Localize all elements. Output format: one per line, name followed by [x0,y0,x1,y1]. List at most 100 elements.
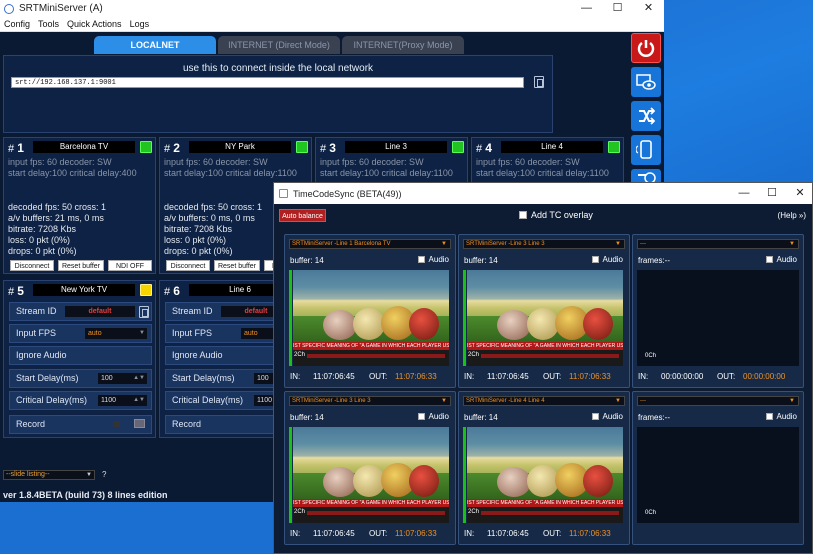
critical-delay-label: Critical Delay(ms) [172,395,244,405]
ndi-off-button[interactable]: NDI OFF [108,260,152,271]
stream-number: # 3 [320,141,336,155]
shuffle-icon[interactable] [631,101,661,131]
connection-panel: use this to connect inside the local net… [3,55,553,133]
status-led [140,284,152,296]
video-lower-strip: 2Ch [467,350,623,366]
close-button[interactable]: ✕ [633,0,664,17]
source-select[interactable]: --- ▼ [637,396,799,406]
disconnect-button[interactable]: Disconnect [10,260,54,271]
reset-buffer-button[interactable]: Reset buffer [214,260,260,271]
status-led [296,141,308,153]
out-label: OUT: [717,372,736,381]
out-timecode: 00:00:00:00 [743,372,786,381]
close-button[interactable]: ✕ [786,183,812,204]
power-icon[interactable] [631,33,661,63]
tab-internet-direct[interactable]: INTERNET (Direct Mode) [218,36,340,54]
stat-bitrate: bitrate: 7208 Kbs [8,224,77,234]
disconnect-button[interactable]: Disconnect [166,260,210,271]
critical-delay-stepper[interactable]: 1100 ▲▼ [98,395,147,406]
stream-id-field[interactable]: default [65,306,135,317]
stream-name: New York TV [33,284,135,296]
stat-bitrate: bitrate: 7208 Kbs [164,224,233,234]
copy-icon[interactable] [139,306,149,318]
record-label: Record [16,419,46,429]
in-label: IN: [290,529,301,538]
folder-icon[interactable] [134,419,145,428]
stream-number: # 1 [8,141,24,155]
out-timecode: 11:07:06:33 [395,529,437,538]
tc-cell-1: SRTMiniServer -Line 1 Barcelona TV ▼ buffe… [284,234,456,388]
source-select[interactable]: SRTMiniServer -Line 3 Line 3 ▼ [463,239,625,249]
spin-arrows-icon: ▲▼ [133,397,145,403]
ignore-audio-label: Ignore Audio [16,350,67,360]
menu-logs[interactable]: Logs [126,17,154,31]
add-tc-overlay-checkbox[interactable]: Add TC overlay [519,210,593,220]
chevron-down-icon: ▼ [86,472,92,478]
audio-checkbox[interactable]: Audio [591,255,623,264]
reset-buffer-button[interactable]: Reset buffer [58,260,104,271]
ball [583,308,613,340]
tc-cell-2: SRTMiniServer -Line 3 Line 3 ▼ buffer: 14 A… [458,234,630,388]
status-led [452,141,464,153]
tab-internet-proxy[interactable]: INTERNET(Proxy Mode) [342,36,464,54]
critical-delay-row: Critical Delay(ms) 1100 ▲▼ [9,391,152,410]
chevron-down-icon: ▼ [615,398,621,404]
buffer-label: frames:-- [638,256,670,265]
tc-cell-3: --- ▼ frames:-- Audio 0Ch IN: 00:00:00:00 OUT: 0… [632,234,804,388]
source-select[interactable]: --- ▼ [637,239,799,249]
ignore-audio-row[interactable]: Ignore Audio [9,346,152,365]
stat-decoded: decoded fps: 50 cross: 1 [8,202,107,212]
preview-eye-icon[interactable] [631,67,661,97]
menu-tools[interactable]: Tools [34,17,63,31]
minimize-button[interactable]: — [571,0,602,17]
menu-quick-actions[interactable]: Quick Actions [63,17,126,31]
stream-info-delay: start delay:100 critical delay:1100 [164,168,297,178]
tc-cell-6: --- ▼ frames:-- Audio 0Ch [632,391,804,545]
start-delay-row: Start Delay(ms) 100 ▲▼ [9,369,152,388]
source-select[interactable]: SRTMiniServer -Line 3 Line 3 ▼ [289,396,451,406]
out-label: OUT: [543,372,562,381]
input-fps-select[interactable]: auto ▼ [85,328,147,339]
help-question[interactable]: ? [102,470,106,479]
audio-checkbox[interactable]: Audio [417,412,449,421]
copy-icon[interactable] [534,76,544,88]
stream-info-delay: start delay:100 critical delay:1100 [476,168,609,178]
video-caption: IST SPECIFIC MEANING OF "A GAME IN WHICH… [467,342,623,350]
input-fps-label: Input FPS [16,328,57,338]
stream-name: Line 4 [501,141,603,153]
tc-window-title: TimeCodeSync (BETA(49)) [293,188,402,199]
ball [409,308,439,340]
stat-buffers: a/v buffers: 0 ms, 0 ms [164,213,255,223]
minimize-button[interactable]: — [730,183,758,204]
start-delay-label: Start Delay(ms) [16,373,79,383]
record-label: Record [172,419,202,429]
maximize-button[interactable]: ☐ [758,183,786,204]
buffer-label: buffer: 14 [464,413,498,422]
audio-checkbox[interactable]: Audio [591,412,623,421]
checkbox-icon [417,256,425,263]
stream-id-label: Stream ID [16,306,57,316]
audio-checkbox[interactable]: Audio [765,412,797,421]
menu-config[interactable]: Config [0,17,34,31]
out-timecode: 11:07:06:33 [569,529,611,538]
ignore-audio-label: Ignore Audio [172,350,223,360]
slide-listing-select[interactable]: --slide listing-- ▼ [3,470,95,480]
stat-drops: drops: 0 pkt (0%) [164,246,233,256]
tablet-icon[interactable] [631,135,661,165]
audio-checkbox[interactable]: Audio [765,255,797,264]
help-link[interactable]: (Help ») [778,211,806,220]
app-icon [279,189,288,198]
audio-checkbox[interactable]: Audio [417,255,449,264]
source-select[interactable]: SRTMiniServer -Line 1 Barcelona TV ▼ [289,239,451,249]
status-led [140,141,152,153]
auto-balance-button[interactable]: Auto balance [279,209,326,222]
start-delay-stepper[interactable]: 100 ▲▼ [98,373,147,384]
maximize-button[interactable]: ☐ [602,0,633,17]
connection-url-field[interactable]: srt://192.168.137.1:9001 [11,77,524,88]
in-timecode: 11:07:06:45 [313,529,355,538]
tab-localnet[interactable]: LOCALNET [94,36,216,54]
source-select[interactable]: SRTMiniServer -Line 4 Line 4 ▼ [463,396,625,406]
stat-loss: loss: 0 pkt (0%) [164,235,227,245]
stream-info-fps: input fps: 60 decoder: SW [164,157,268,167]
in-label: IN: [464,529,475,538]
